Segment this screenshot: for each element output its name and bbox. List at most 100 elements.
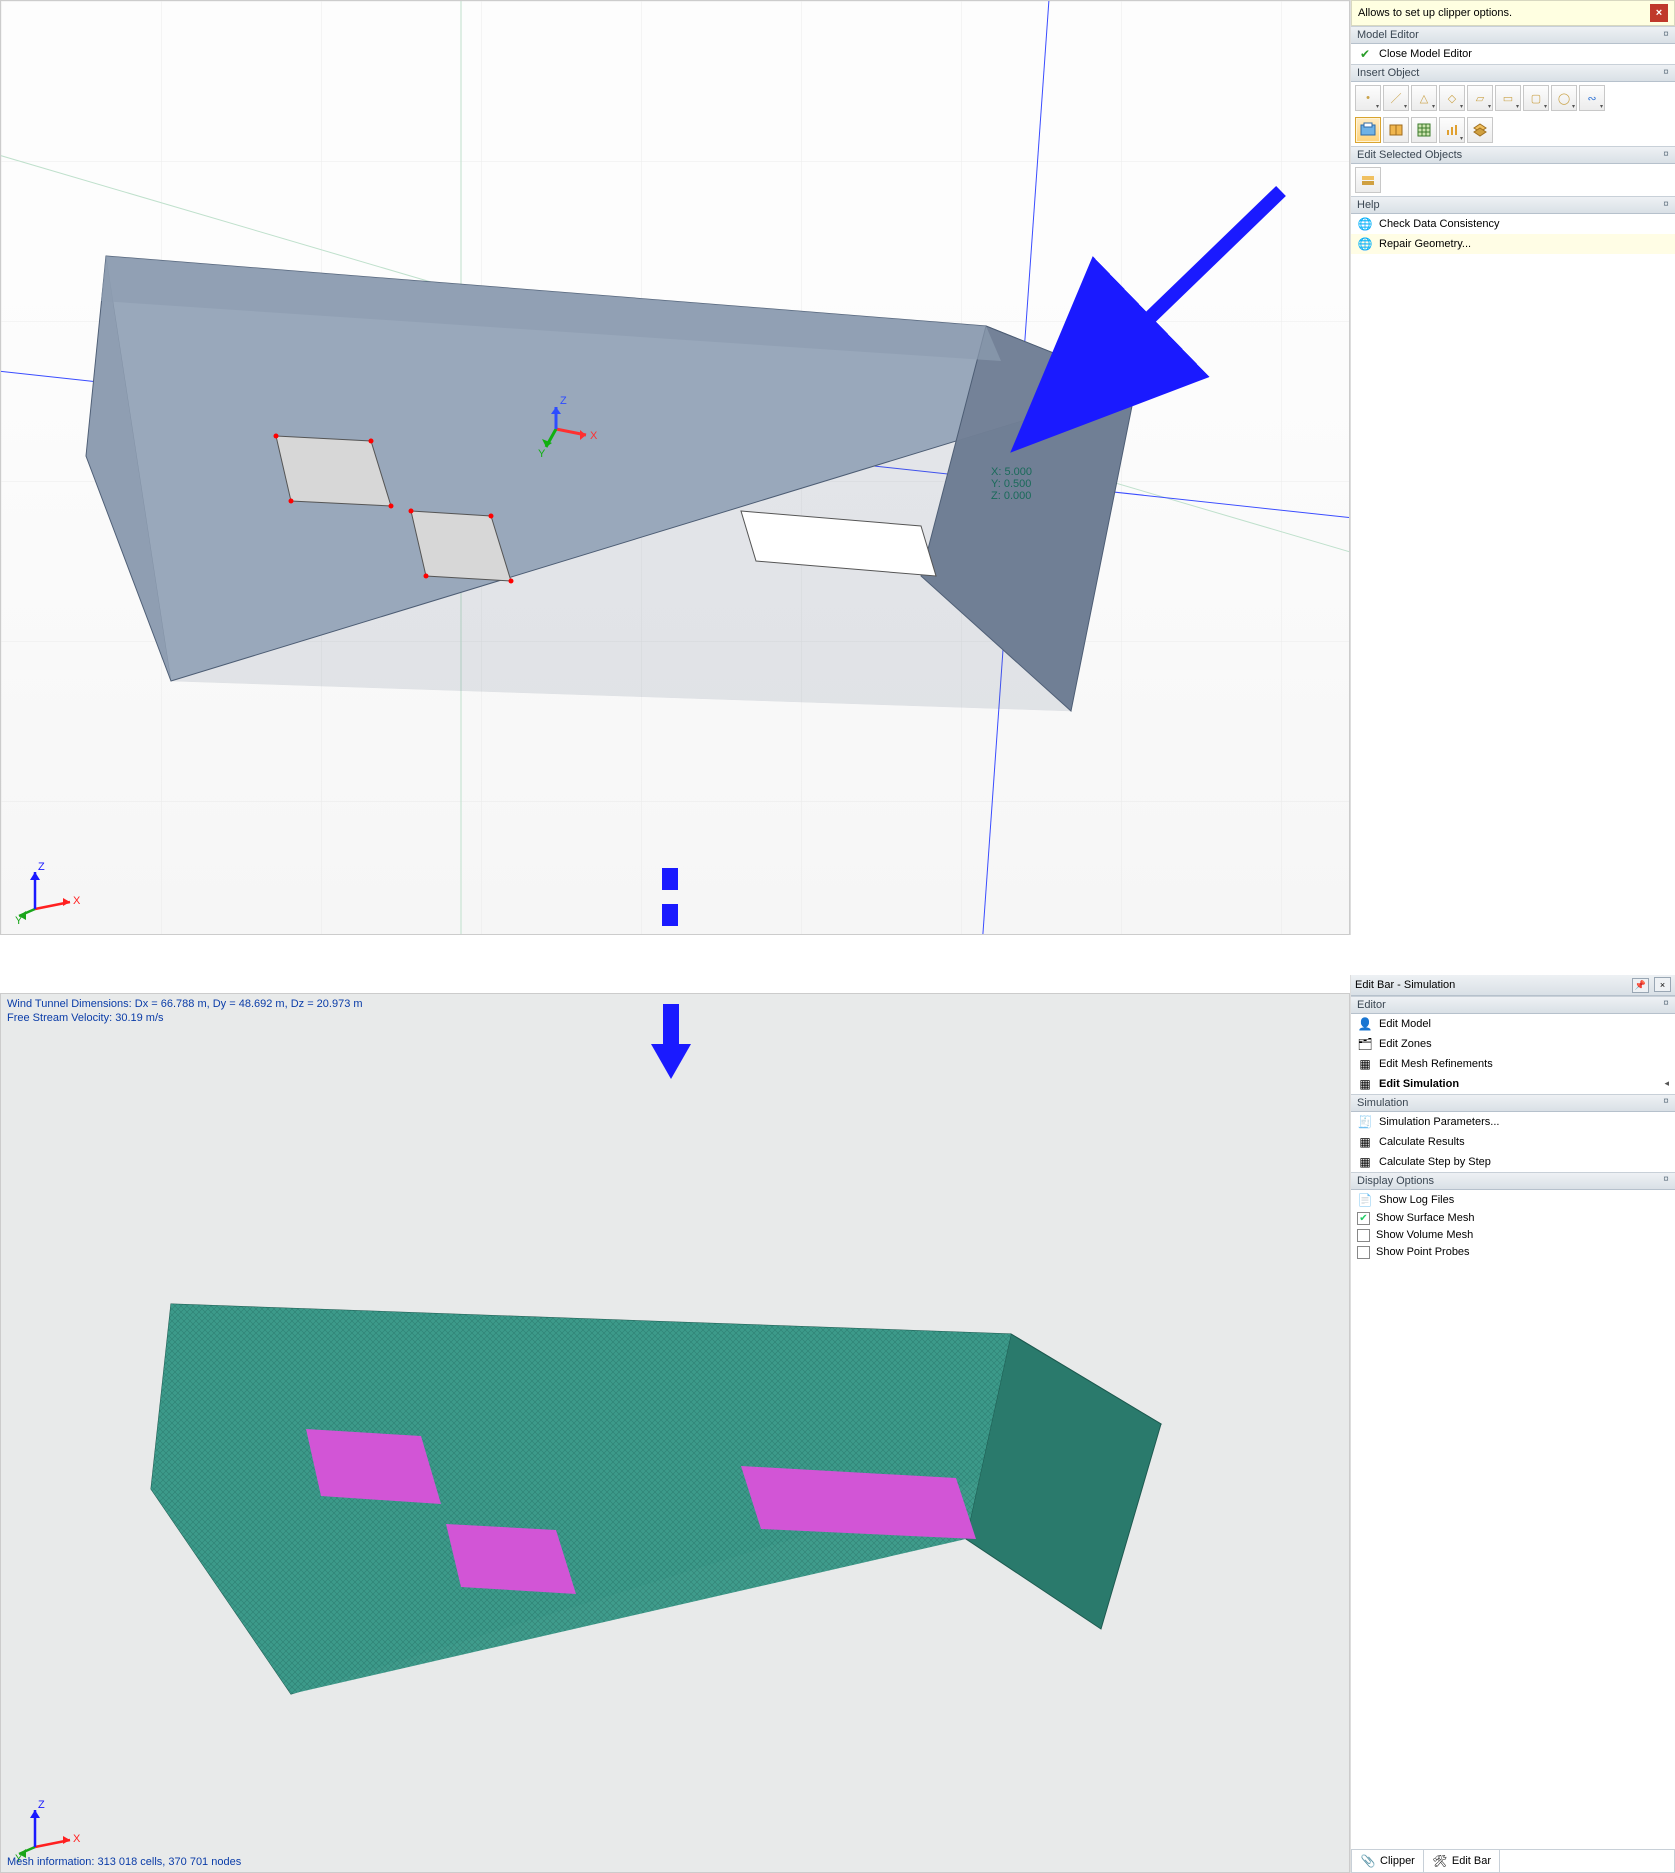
grid-icon[interactable]	[1411, 117, 1437, 143]
section-insert-object[interactable]: Insert Object¤	[1351, 64, 1675, 82]
tab-edit-bar[interactable]: 🛠 Edit Bar	[1424, 1850, 1500, 1873]
item-label: Edit Zones	[1379, 1038, 1432, 1050]
pin-icon[interactable]: 📌	[1632, 978, 1649, 993]
params-icon: 🧾	[1357, 1114, 1373, 1130]
section-display-options[interactable]: Display Options¤	[1351, 1172, 1675, 1190]
show-volume-mesh[interactable]: Show Volume Mesh	[1351, 1227, 1675, 1244]
item-label: Show Point Probes	[1376, 1246, 1470, 1258]
layers-icon[interactable]	[1467, 117, 1493, 143]
coord-z: Z: 0.000	[991, 490, 1032, 502]
line-icon[interactable]: ／▾	[1383, 85, 1409, 111]
item-label: Show Surface Mesh	[1376, 1212, 1474, 1224]
checkbox-icon[interactable]	[1357, 1229, 1370, 1242]
edit-model[interactable]: 👤 Edit Model	[1351, 1014, 1675, 1034]
book-icon[interactable]	[1383, 117, 1409, 143]
svg-text:X: X	[73, 1833, 81, 1845]
doc-icon: 📄	[1357, 1192, 1373, 1208]
close-icon[interactable]: ×	[1654, 977, 1671, 992]
chevron-left-icon: ◂	[1664, 1078, 1669, 1089]
tab-label: Edit Bar	[1452, 1855, 1491, 1867]
item-label: Show Log Files	[1379, 1194, 1454, 1206]
edit-zones[interactable]: 🗂 Edit Zones	[1351, 1034, 1675, 1054]
item-label: Calculate Results	[1379, 1136, 1465, 1148]
section-title: Help	[1357, 199, 1380, 211]
editbar-title-bar: Edit Bar - Simulation 📌 ×	[1351, 975, 1675, 996]
coord-x: X: 5.000	[991, 466, 1032, 478]
tooltip-text: Allows to set up clipper options.	[1358, 7, 1512, 19]
check-icon: ✔	[1357, 46, 1373, 62]
mesh-icon: ▦	[1357, 1056, 1373, 1072]
section-editor[interactable]: Editor¤	[1351, 996, 1675, 1014]
quad4-icon[interactable]: ▢▾	[1523, 85, 1549, 111]
globe-icon: 🌐	[1357, 236, 1373, 252]
quad3-icon[interactable]: ▭▾	[1495, 85, 1521, 111]
item-label: Edit Simulation	[1379, 1078, 1459, 1090]
section-model-editor[interactable]: Model Editor¤	[1351, 26, 1675, 44]
axis-triad: X Y Z	[15, 1792, 85, 1862]
section-title: Insert Object	[1357, 67, 1419, 79]
svg-text:Y: Y	[15, 915, 23, 924]
svg-text:X: X	[590, 430, 598, 442]
section-title: Model Editor	[1357, 29, 1419, 41]
sim-icon: ▦	[1357, 1076, 1373, 1092]
show-point-probes[interactable]: Show Point Probes	[1351, 1244, 1675, 1261]
item-label: Show Volume Mesh	[1376, 1229, 1473, 1241]
zones-icon: 🗂	[1357, 1036, 1373, 1052]
coord-y: Y: 0.500	[991, 478, 1032, 490]
step-icon: ▦	[1357, 1154, 1373, 1170]
section-title: Display Options	[1357, 1175, 1434, 1187]
item-label: Repair Geometry...	[1379, 238, 1471, 250]
layers-edit-icon[interactable]	[1355, 167, 1381, 193]
quad-icon[interactable]: ◇▾	[1439, 85, 1465, 111]
calculate-results[interactable]: ▦ Calculate Results	[1351, 1132, 1675, 1152]
svg-text:Y: Y	[538, 448, 546, 460]
insert-row-1: •▾ ／▾ △▾ ◇▾ ▱▾ ▭▾ ▢▾ ◯▾ ∾▾	[1351, 82, 1675, 114]
edit-mesh-refinements[interactable]: ▦ Edit Mesh Refinements	[1351, 1054, 1675, 1074]
item-label: Calculate Step by Step	[1379, 1156, 1491, 1168]
top-side-panel: Allows to set up clipper options. × Mode…	[1350, 0, 1675, 935]
section-title: Simulation	[1357, 1097, 1408, 1109]
svg-text:X: X	[73, 895, 81, 907]
bottom-viewport[interactable]: Wind Tunnel Dimensions: Dx = 66.788 m, D…	[0, 993, 1350, 1873]
calc-icon: ▦	[1357, 1134, 1373, 1150]
mesh-info: Mesh information: 313 018 cells, 370 701…	[7, 1856, 241, 1868]
globe-icon: 🌐	[1357, 216, 1373, 232]
title-text: Edit Bar - Simulation	[1355, 979, 1455, 991]
model-icon: 👤	[1357, 1016, 1373, 1032]
close-icon[interactable]: ×	[1650, 4, 1668, 22]
show-log-files[interactable]: 📄 Show Log Files	[1351, 1190, 1675, 1210]
tooltip-bar: Allows to set up clipper options. ×	[1351, 0, 1675, 26]
triangle-icon[interactable]: △▾	[1411, 85, 1437, 111]
section-simulation[interactable]: Simulation¤	[1351, 1094, 1675, 1112]
show-surface-mesh[interactable]: ✔ Show Surface Mesh	[1351, 1210, 1675, 1227]
cursor-coordinates: X: 5.000 Y: 0.500 Z: 0.000	[991, 466, 1032, 502]
tab-label: Clipper	[1380, 1855, 1415, 1867]
scene-overlay: X Y Z	[1, 1, 1350, 935]
check-data-consistency[interactable]: 🌐 Check Data Consistency	[1351, 214, 1675, 234]
section-edit-selected[interactable]: Edit Selected Objects¤	[1351, 146, 1675, 164]
axis-triad: X Y Z	[15, 854, 85, 924]
item-label: Edit Model	[1379, 1018, 1431, 1030]
chart-icon[interactable]: ▾	[1439, 117, 1465, 143]
simulation-parameters[interactable]: 🧾 Simulation Parameters...	[1351, 1112, 1675, 1132]
svg-text:Z: Z	[38, 1799, 45, 1811]
clipper-icon[interactable]	[1355, 117, 1381, 143]
spiral-icon[interactable]: ∾▾	[1579, 85, 1605, 111]
quad2-icon[interactable]: ▱▾	[1467, 85, 1493, 111]
repair-geometry[interactable]: 🌐 Repair Geometry...	[1351, 234, 1675, 254]
edit-simulation[interactable]: ▦ Edit Simulation ◂	[1351, 1074, 1675, 1094]
tab-clipper[interactable]: 📎 Clipper	[1351, 1850, 1424, 1873]
transition-arrow-upper	[640, 868, 700, 988]
calculate-step-by-step[interactable]: ▦ Calculate Step by Step	[1351, 1152, 1675, 1172]
top-viewport[interactable]: X Y Z X: 5.000 Y: 0.500 Z: 0.000	[0, 0, 1350, 935]
mesh-scene	[1, 994, 1350, 1873]
svg-text:Z: Z	[38, 861, 45, 873]
close-model-editor[interactable]: ✔ Close Model Editor	[1351, 44, 1675, 64]
section-help[interactable]: Help¤	[1351, 196, 1675, 214]
checkbox-icon[interactable]: ✔	[1357, 1212, 1370, 1225]
point-icon[interactable]: •▾	[1355, 85, 1381, 111]
item-label: Edit Mesh Refinements	[1379, 1058, 1493, 1070]
circle-icon[interactable]: ◯▾	[1551, 85, 1577, 111]
item-label: Close Model Editor	[1379, 48, 1472, 60]
checkbox-icon[interactable]	[1357, 1246, 1370, 1259]
